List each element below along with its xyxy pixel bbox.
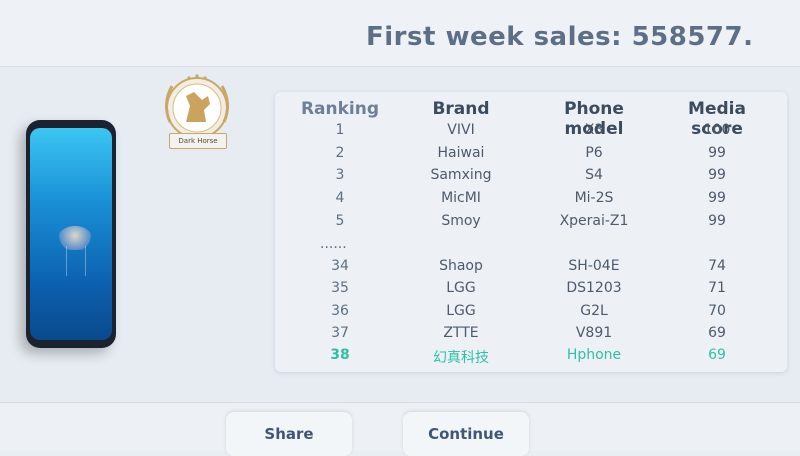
table-row-model: Mi-2S: [574, 190, 614, 206]
phone-image: [26, 120, 116, 348]
table-row-model: DS1203: [566, 280, 622, 296]
table-row-rank: 3: [335, 167, 345, 183]
table-row-rank: 36: [331, 303, 349, 319]
table-row-model: S4: [585, 167, 603, 183]
table-row-brand: Samxing: [430, 167, 492, 183]
table-row-score: 99: [708, 190, 726, 206]
bottom-bar: [0, 402, 800, 451]
highlighted-row-score: 69: [708, 347, 726, 363]
table-row-brand: MicMI: [441, 190, 481, 206]
table-row-rank: 34: [331, 258, 349, 274]
phone-screen: [30, 128, 112, 340]
table-row-score: 99: [708, 145, 726, 161]
highlighted-row-rank: 38: [330, 347, 350, 363]
header-ranking: Ranking: [300, 99, 380, 119]
table-row-model: Xperai-Z1: [559, 213, 629, 229]
table-row-model: P6: [585, 145, 603, 161]
table-row-brand: Haiwai: [437, 145, 485, 161]
table-row-rank: 4: [335, 190, 345, 206]
sales-title: First week sales: 558577.: [366, 22, 754, 52]
table-row-rank: 5: [335, 213, 345, 229]
share-button[interactable]: Share: [226, 412, 352, 456]
table-row-score: 99: [708, 167, 726, 183]
table-row-score: 99: [708, 213, 726, 229]
table-row-score: 70: [708, 303, 726, 319]
table-row-score: 71: [708, 280, 726, 296]
table-row-rank: 35: [331, 280, 349, 296]
table-row-brand: ZTTE: [443, 325, 479, 341]
badge-label: Dark Horse: [169, 133, 227, 149]
table-row-model: G2L: [580, 303, 608, 319]
table-row-brand: Shaop: [439, 258, 483, 274]
table-row-rank: 1: [335, 122, 345, 138]
table-row-brand: Smoy: [441, 213, 481, 229]
continue-button[interactable]: Continue: [403, 412, 529, 456]
table-row-score: 100: [703, 122, 731, 138]
table-row-brand: LGG: [446, 303, 476, 319]
table-row-brand: VIVI: [447, 122, 475, 138]
table-row-score: 74: [708, 258, 726, 274]
table-row-score: 69: [708, 325, 726, 341]
table-row-rank: 2: [335, 145, 345, 161]
header-brand: Brand: [432, 99, 490, 119]
table-row-rank: 37: [331, 325, 349, 341]
highlighted-row-brand: 幻真科技: [433, 350, 489, 366]
table-ellipsis: ......: [320, 236, 347, 252]
table-row-model: SH-04E: [568, 258, 620, 274]
table-row-model: V891: [575, 325, 613, 341]
table-row-brand: LGG: [446, 280, 476, 296]
table-row-model: X3: [584, 122, 604, 138]
jellyfish-tentacles: [66, 246, 86, 276]
highlighted-row-model: Hphone: [566, 347, 622, 363]
